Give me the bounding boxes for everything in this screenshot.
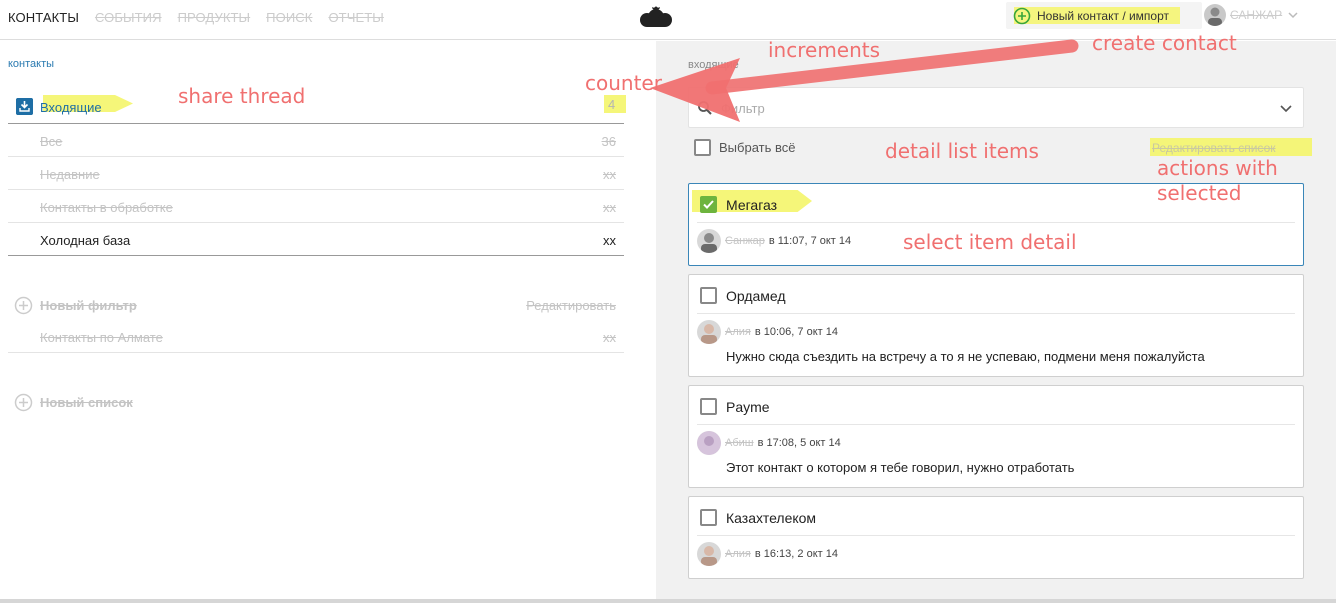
avatar <box>697 229 721 253</box>
new-list-row: Новый список <box>8 389 624 415</box>
sidebar-item-label: Все <box>40 134 63 149</box>
contact-name[interactable]: Payme <box>726 399 770 415</box>
main-nav: КОНТАКТЫ СОБЫТИЯ ПРОДУКТЫ ПОИСК ОТЧЕТЫ <box>8 10 400 25</box>
divider <box>697 535 1295 536</box>
sidebar-item-count: xx <box>603 200 616 215</box>
avatar <box>697 431 721 455</box>
new-filter-button[interactable]: Новый фильтр <box>40 298 137 313</box>
create-contact-label: Новый контакт / импорт <box>1037 8 1170 23</box>
annotation-increments: increments <box>768 38 881 62</box>
edit-list-link[interactable]: Редактировать список <box>1152 141 1276 155</box>
plus-circle-icon <box>1013 7 1031 24</box>
card-message: Этот контакт о котором я тебе говорил, н… <box>726 460 1075 475</box>
sidebar-item-label: Недавние <box>40 167 100 182</box>
timestamp: в 16:13, 2 окт 14 <box>754 548 838 560</box>
sidebar-item-count: xx <box>603 330 616 345</box>
divider <box>697 424 1295 425</box>
author-name: Абиш <box>725 437 754 449</box>
contacts-sidebar: контакты Входящие 4 Все 36 Недавние xx К… <box>0 41 656 603</box>
bottom-border <box>0 599 1336 603</box>
sidebar-item-count: 36 <box>601 134 616 149</box>
cloud-logo-icon <box>640 6 672 27</box>
breadcrumb[interactable]: контакты <box>8 58 54 70</box>
sidebar-item-label: Холодная база <box>40 233 131 248</box>
sidebar-item-recent[interactable]: Недавние xx <box>8 157 624 190</box>
user-menu[interactable]: САНЖАР <box>1204 4 1300 26</box>
card-checkbox[interactable] <box>700 287 717 304</box>
plus-circle-icon[interactable] <box>14 393 33 412</box>
search-icon <box>698 101 712 115</box>
new-filter-row: Новый фильтр Редактировать <box>8 292 624 318</box>
annotation-actions-line2: selected <box>1157 181 1242 205</box>
sidebar-item-label: Входящие <box>40 100 102 115</box>
inbox-download-icon <box>16 98 33 115</box>
card-meta: Алия в 16:13, 2 окт 14 <box>697 542 838 566</box>
edit-filters-link[interactable]: Редактировать <box>526 298 616 313</box>
sidebar-item-inbox[interactable]: Входящие 4 <box>8 91 626 124</box>
plus-circle-icon[interactable] <box>14 296 33 315</box>
author-name: Алия <box>725 326 751 338</box>
contact-card[interactable]: Payme Абиш в 17:08, 5 окт 14 Этот контак… <box>688 385 1304 488</box>
card-meta: Алия в 10:06, 7 окт 14 <box>697 320 838 344</box>
card-checkbox[interactable] <box>700 509 717 526</box>
avatar <box>697 542 721 566</box>
user-name: САНЖАР <box>1230 8 1283 22</box>
chevron-down-icon[interactable] <box>1279 101 1293 115</box>
card-message: Нужно сюда съездить на встречу а то я не… <box>726 349 1205 364</box>
annotation-actions-line1: actions with <box>1157 156 1278 180</box>
card-meta: Абиш в 17:08, 5 окт 14 <box>697 431 841 455</box>
contact-name[interactable]: Мегагаз <box>726 197 777 213</box>
tab-reports[interactable]: ОТЧЕТЫ <box>328 10 383 25</box>
annotation-counter: counter <box>585 71 662 95</box>
card-checkbox[interactable] <box>700 398 717 415</box>
tab-products[interactable]: ПРОДУКТЫ <box>178 10 251 25</box>
checkbox[interactable] <box>694 139 711 156</box>
author-name: Алия <box>725 548 751 560</box>
filter-input[interactable]: Фильтр <box>688 87 1304 128</box>
sidebar-item-in-progress[interactable]: Контакты в обработке xx <box>8 190 624 223</box>
sidebar-item-count: xx <box>603 233 616 248</box>
timestamp: в 11:07, 7 окт 14 <box>768 235 852 247</box>
author-name: Санжар <box>725 235 765 247</box>
sidebar-item-label: Контакты по Алмате <box>40 330 163 345</box>
sidebar-item-all[interactable]: Все 36 <box>8 124 624 157</box>
divider <box>697 313 1295 314</box>
annotation-select-item-detail: select item detail <box>903 230 1077 254</box>
annotation-share-thread: share thread <box>178 84 306 108</box>
new-list-button[interactable]: Новый список <box>40 395 133 410</box>
sidebar-item-count: xx <box>603 167 616 182</box>
annotation-detail-list-items: detail list items <box>885 139 1039 163</box>
sidebar-item-cold-base[interactable]: Холодная база xx <box>8 223 624 256</box>
sidebar-item-label: Контакты в обработке <box>40 200 173 215</box>
tab-contacts[interactable]: КОНТАКТЫ <box>8 10 79 25</box>
inbox-counter: 4 <box>608 97 616 112</box>
timestamp: в 10:06, 7 окт 14 <box>754 326 838 338</box>
card-meta: Санжар в 11:07, 7 окт 14 <box>697 229 851 253</box>
card-checkbox[interactable] <box>700 196 717 213</box>
select-all-label: Выбрать всё <box>719 140 796 155</box>
contact-card[interactable]: Ордамед Алия в 10:06, 7 окт 14 Нужно сюд… <box>688 274 1304 377</box>
section-title: входящие <box>688 59 739 71</box>
contact-card[interactable]: Казахтелеком Алия в 16:13, 2 окт 14 <box>688 496 1304 579</box>
contact-name[interactable]: Ордамед <box>726 288 786 304</box>
inbox-panel: входящие Фильтр Выбрать всё Редактироват… <box>656 41 1336 603</box>
contact-name[interactable]: Казахтелеком <box>726 510 816 526</box>
annotation-create-contact: create contact <box>1092 31 1237 55</box>
filter-placeholder: Фильтр <box>721 101 765 116</box>
avatar <box>1204 4 1226 26</box>
create-contact-button[interactable]: Новый контакт / импорт <box>1006 2 1202 29</box>
timestamp: в 17:08, 5 окт 14 <box>757 437 841 449</box>
tab-events[interactable]: СОБЫТИЯ <box>95 10 162 25</box>
divider <box>697 222 1295 223</box>
chevron-down-icon <box>1288 12 1298 19</box>
select-all-checkbox[interactable]: Выбрать всё <box>694 139 795 156</box>
tab-search[interactable]: ПОИСК <box>266 10 312 25</box>
sidebar-item-almaty-contacts[interactable]: Контакты по Алмате xx <box>8 320 624 353</box>
avatar <box>697 320 721 344</box>
